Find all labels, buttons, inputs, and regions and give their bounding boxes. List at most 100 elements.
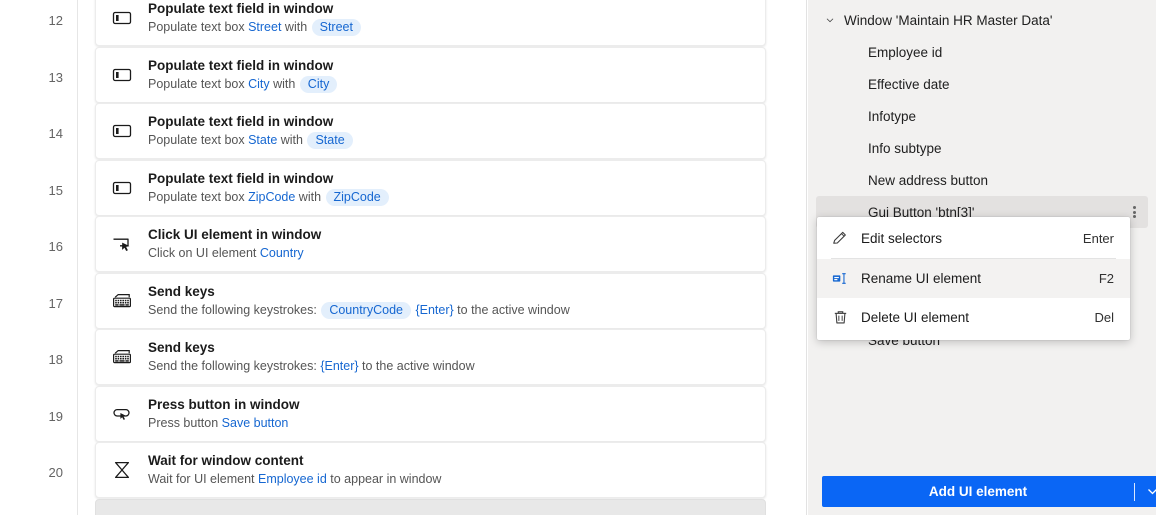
action-card-text: Press button in window Press button Save …: [148, 396, 765, 432]
action-card[interactable]: Populate text field in window Populate te…: [95, 0, 766, 46]
action-description: Send the following keystrokes: {Enter} t…: [148, 357, 755, 375]
action-description: Populate text box State with State: [148, 131, 755, 149]
send-keys-icon: [96, 290, 148, 312]
ui-element-tree-label: New address button: [868, 172, 989, 188]
add-ui-element-label[interactable]: Add UI element: [822, 484, 1134, 499]
action-card[interactable]: Populate text field in window Populate te…: [95, 46, 766, 103]
action-card[interactable]: Send keys Send the following keystrokes: …: [95, 329, 766, 385]
action-title: Populate text field in window: [148, 170, 334, 186]
ui-element-tree-item[interactable]: Infotype: [816, 100, 1148, 132]
description-text: to appear in window: [326, 472, 442, 486]
description-text: Wait for UI element: [148, 472, 258, 486]
action-card[interactable]: Click UI element in window Click on UI el…: [95, 216, 766, 272]
line-number-gutter: 12 13 14 15 16 17 18 19 20: [0, 0, 78, 515]
action-description: Populate text box City with City: [148, 75, 755, 93]
description-text: Populate text box: [148, 133, 249, 147]
flow-actions-pane: 12 13 14 15 16 17 18 19 20 Populate text field i…: [0, 0, 808, 515]
variable-pill: City: [299, 75, 338, 93]
keystroke-link[interactable]: {Enter}: [415, 303, 453, 317]
context-menu-shortcut: F2: [1098, 271, 1114, 286]
click-ui-element-icon: [96, 233, 148, 255]
description-text: to the active window: [358, 359, 475, 373]
add-ui-element-button[interactable]: Add UI element: [822, 476, 1156, 507]
ui-element-link[interactable]: State: [248, 133, 277, 147]
action-title: Press button in window: [148, 396, 300, 412]
line-number: 19: [48, 408, 63, 424]
action-description: Populate text box Street with Street: [148, 18, 755, 36]
ui-element-link[interactable]: City: [248, 77, 270, 91]
trash-icon: [831, 308, 861, 327]
action-title: Populate text field in window: [148, 1, 334, 16]
action-card-text: Populate text field in window Populate te…: [148, 113, 765, 149]
action-title: Click UI element in window: [148, 227, 322, 242]
action-description: Send the following keystrokes: CountryCo…: [148, 301, 570, 319]
ui-element-tree-label: Infotype: [868, 108, 917, 124]
wait-window-content-icon: [96, 459, 148, 481]
populate-text-field-icon: [96, 177, 148, 199]
line-number: 20: [48, 465, 63, 480]
description-text: with: [277, 133, 307, 147]
ui-element-link[interactable]: Country: [260, 246, 304, 260]
context-menu-item[interactable]: Rename UI element F2: [817, 259, 1130, 298]
chevron-down-icon[interactable]: [1135, 486, 1156, 497]
line-number: 17: [48, 295, 63, 311]
ui-element-link[interactable]: Save button: [222, 416, 289, 430]
line-number: 18: [48, 352, 63, 367]
description-text: with: [295, 189, 325, 204]
action-description: Press button Save button: [148, 414, 755, 432]
line-number: 13: [48, 69, 63, 85]
context-menu-label: Delete UI element: [861, 310, 970, 325]
populate-text-field-icon: [96, 64, 148, 86]
action-card[interactable]: Populate text field in window Populate te…: [95, 103, 766, 159]
description-text: with: [269, 76, 299, 91]
action-description: Click on UI element Country: [148, 244, 755, 262]
split-button-divider: [1134, 482, 1135, 501]
ui-element-tree-label: Window 'Maintain HR Master Data': [844, 12, 1053, 28]
description-text: Press button: [148, 415, 222, 430]
ui-element-link[interactable]: Street: [248, 20, 281, 34]
ui-element-tree-item[interactable]: Info subtype: [816, 132, 1148, 164]
action-title: Wait for window content: [148, 453, 304, 468]
action-card-text: Wait for window content Wait for UI eleme…: [148, 452, 765, 488]
action-card[interactable]: Press button in window: [95, 498, 766, 515]
action-card[interactable]: Wait for window content Wait for UI eleme…: [95, 442, 766, 498]
line-number: 12: [48, 13, 63, 28]
action-title: Populate text field in window: [148, 114, 334, 129]
populate-text-field-icon: [96, 7, 148, 29]
action-card[interactable]: Send keys Send the following keystrokes: …: [95, 272, 766, 329]
context-menu-shortcut: Enter: [1082, 231, 1114, 246]
action-card-text: Populate text field in window Populate te…: [148, 57, 765, 93]
press-button-icon: [96, 403, 148, 425]
chevron-down-icon[interactable]: [816, 13, 844, 27]
action-title: Send keys: [148, 283, 215, 299]
description-text: Populate text box: [148, 76, 249, 91]
action-card-text: Populate text field in window Populate te…: [148, 170, 765, 206]
ui-element-tree-item[interactable]: Employee id: [816, 36, 1148, 68]
description-text: Populate text box: [148, 189, 249, 204]
variable-pill: CountryCode: [321, 301, 411, 319]
description-text: Click on UI element: [148, 246, 260, 260]
ui-element-tree-item[interactable]: Effective date: [816, 68, 1148, 100]
ui-element-tree-label: Info subtype: [868, 140, 942, 156]
ui-element-link[interactable]: Employee id: [258, 472, 327, 486]
action-description: Wait for UI element Employee id to appea…: [148, 470, 755, 488]
populate-text-field-icon: [96, 120, 148, 142]
ui-element-tree-item[interactable]: Window 'Maintain HR Master Data': [816, 4, 1148, 36]
flow-scrollbar-track[interactable]: [795, 0, 807, 515]
action-title: Send keys: [148, 340, 215, 355]
context-menu-item[interactable]: Delete UI element Del: [817, 298, 1130, 337]
variable-pill: Street: [311, 19, 361, 36]
action-card-text: Click UI element in window Click on UI el…: [148, 226, 765, 262]
description-text: Send the following keystrokes:: [148, 359, 321, 373]
power-automate-designer: 12 13 14 15 16 17 18 19 20 Populate text field i…: [0, 0, 1156, 515]
context-menu-shortcut: Del: [1094, 310, 1114, 325]
context-menu-item[interactable]: Edit selectors Enter: [817, 219, 1130, 258]
ui-element-tree-label: Employee id: [868, 44, 943, 60]
ui-element-link[interactable]: ZipCode: [248, 190, 295, 204]
ui-element-context-menu: Edit selectors Enter Rename UI element F2 De…: [817, 217, 1130, 340]
action-card[interactable]: Press button in window Press button Save …: [95, 385, 766, 442]
rename-icon: [831, 269, 861, 288]
ui-element-link[interactable]: {Enter}: [320, 359, 358, 373]
ui-element-tree-item[interactable]: New address button: [816, 164, 1148, 196]
action-card[interactable]: Populate text field in window Populate te…: [95, 159, 766, 216]
